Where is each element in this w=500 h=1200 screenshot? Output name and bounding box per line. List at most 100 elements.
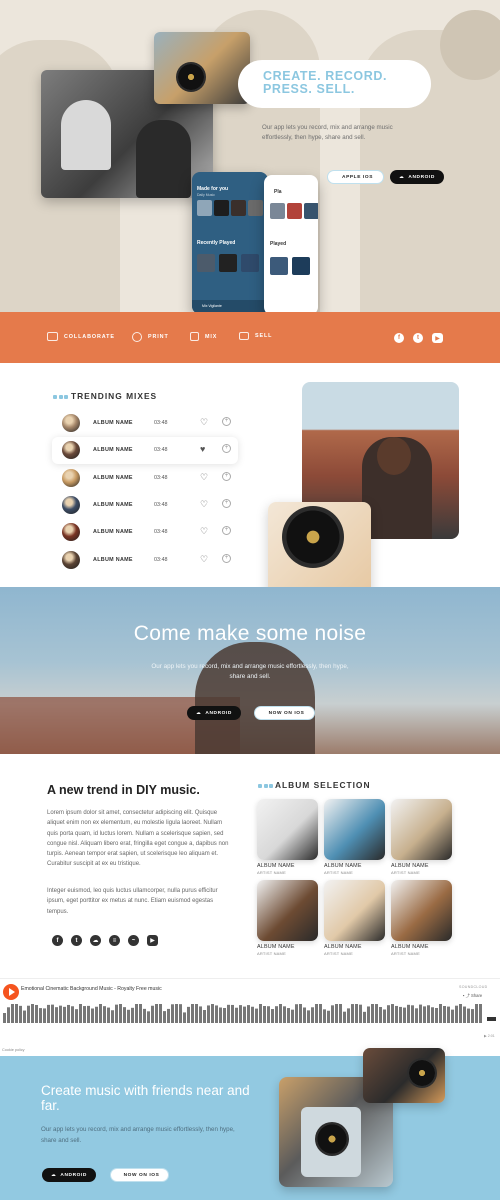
cloud-icon: ☁ (196, 710, 202, 716)
waveform-bar (371, 1004, 374, 1023)
soundcloud-icon[interactable]: ☁ (90, 935, 101, 946)
track-row[interactable]: ALBUM NAME 03:48 ♥ + (52, 437, 238, 464)
waveform-bar (247, 1005, 250, 1023)
album-card[interactable]: ALBUM NAME ARTIST NAME (324, 799, 385, 875)
nav-item-print[interactable]: PRINT (132, 332, 169, 342)
waveform-bar (319, 1004, 322, 1023)
messenger-icon[interactable]: ~ (128, 935, 139, 946)
album-card[interactable]: ALBUM NAME ARTIST NAME (391, 880, 452, 956)
apple-ios-button[interactable]: APPLE IOS (327, 170, 384, 184)
waveform[interactable] (0, 1004, 500, 1030)
phone-mockup-left: Made for you Daily Music Recently Played… (192, 172, 268, 314)
add-icon[interactable]: + (222, 444, 231, 453)
print-icon (132, 332, 142, 342)
heart-icon[interactable]: ♡ (200, 498, 208, 510)
waveform-bar (279, 1004, 282, 1023)
add-icon[interactable]: + (222, 472, 231, 481)
waveform-bar (315, 1004, 318, 1023)
add-icon[interactable]: + (222, 554, 231, 563)
waveform-bar (103, 1006, 106, 1023)
track-row[interactable]: ALBUM NAME 03:48 ♡ + (52, 465, 238, 492)
waveform-bar (3, 1013, 6, 1023)
twitter-icon[interactable]: t (71, 935, 82, 946)
android-button[interactable]: ☁ ANDROID (187, 706, 241, 720)
ios-button[interactable]: NOW ON IOS (110, 1168, 169, 1182)
artist-name: ARTIST NAME (391, 870, 420, 875)
waveform-bar (119, 1004, 122, 1023)
title-dots (53, 395, 68, 399)
nav-item-mix[interactable]: MIX (190, 332, 217, 341)
cookie-policy-link[interactable]: Cookie policy (2, 1048, 25, 1052)
waveform-bar (355, 1004, 358, 1023)
noise-description: Our app lets you record, mix and arrange… (151, 663, 349, 680)
waveform-bar (79, 1004, 82, 1023)
ios-button[interactable]: NOW ON IOS (254, 706, 315, 720)
album-card[interactable]: ALBUM NAME ARTIST NAME (324, 880, 385, 956)
track-album-name: ALBUM NAME (93, 475, 133, 481)
album-cover (257, 880, 318, 941)
add-icon[interactable]: + (222, 499, 231, 508)
nav-item-collaborate[interactable]: COLLABORATE (47, 332, 115, 341)
youtube-icon[interactable]: ▶ (432, 333, 443, 343)
android-button[interactable]: ☁ ANDROID (390, 170, 444, 184)
share-button[interactable]: ▪ ⤴ Share (463, 993, 482, 999)
facebook-icon[interactable]: f (394, 333, 404, 343)
track-row[interactable]: ALBUM NAME 03:48 ♡ + (52, 492, 238, 519)
title-dots (258, 784, 273, 788)
waveform-bar (243, 1006, 246, 1023)
artist-name: ARTIST NAME (257, 870, 286, 875)
heart-icon[interactable]: ♡ (200, 553, 208, 565)
waveform-bar (379, 1006, 382, 1023)
waveform-bar (187, 1006, 190, 1023)
album-card[interactable]: ALBUM NAME ARTIST NAME (391, 799, 452, 875)
phone-mockup-right: Pla Played (264, 175, 318, 315)
vinyl-record (315, 1122, 349, 1156)
heart-icon[interactable]: ♡ (200, 471, 208, 483)
android-button[interactable]: ☁ ANDROID (42, 1168, 96, 1182)
album-cover (324, 799, 385, 860)
waveform-bar (59, 1005, 62, 1023)
track-title[interactable]: Emotional Cinematic Background Music - R… (21, 986, 162, 992)
track-duration: 03:48 (154, 420, 168, 426)
soundcloud-logo[interactable]: SOUNDCLOUD (459, 985, 488, 989)
add-icon[interactable]: + (222, 526, 231, 535)
waveform-bar (91, 1008, 94, 1023)
heart-icon[interactable]: ♡ (200, 525, 208, 537)
add-icon[interactable]: + (222, 417, 231, 426)
waveform-bar (199, 1006, 202, 1023)
album-card[interactable]: ALBUM NAME ARTIST NAME (257, 880, 318, 956)
waveform-bar (255, 1008, 258, 1023)
facebook-icon[interactable]: f (52, 935, 63, 946)
album-name: ALBUM NAME (257, 863, 295, 869)
waveform-bar (343, 1011, 346, 1023)
album-cover (257, 799, 318, 860)
spotify-icon[interactable]: ≡ (109, 935, 120, 946)
waveform-bar (295, 1004, 298, 1023)
waveform-bar (39, 1008, 42, 1023)
waveform-bar (303, 1007, 306, 1023)
track-album-name: ALBUM NAME (93, 447, 133, 453)
twitter-icon[interactable]: t (413, 333, 423, 343)
waveform-bar (27, 1005, 30, 1023)
heart-icon[interactable]: ♡ (200, 416, 208, 428)
cloud-icon: ☁ (399, 174, 405, 180)
track-row[interactable]: ALBUM NAME 03:48 ♡ + (52, 519, 238, 546)
track-duration: 03:48 (154, 475, 168, 481)
waveform-bar (43, 1008, 46, 1023)
play-button[interactable] (3, 984, 19, 1000)
nav-item-sell[interactable]: SELL (239, 332, 272, 340)
waveform-bar (475, 1004, 478, 1023)
track-row[interactable]: ALBUM NAME 03:48 ♡ + (52, 410, 238, 437)
waveform-bar (467, 1008, 470, 1023)
artist-name: ARTIST NAME (324, 951, 353, 956)
cta-title: Create music with friends near and far. (41, 1083, 250, 1113)
album-card[interactable]: ALBUM NAME ARTIST NAME (257, 799, 318, 875)
diy-paragraph: Integer euismod, leo quis luctus ullamco… (47, 888, 218, 915)
heart-icon[interactable]: ♥ (200, 443, 205, 455)
track-row[interactable]: ALBUM NAME 03:48 ♡ + (52, 547, 238, 574)
waveform-bar (259, 1004, 262, 1023)
waveform-bar (463, 1006, 466, 1023)
youtube-icon[interactable]: ▶ (147, 935, 158, 946)
waveform-bar (443, 1006, 446, 1023)
waveform-bar (395, 1005, 398, 1023)
